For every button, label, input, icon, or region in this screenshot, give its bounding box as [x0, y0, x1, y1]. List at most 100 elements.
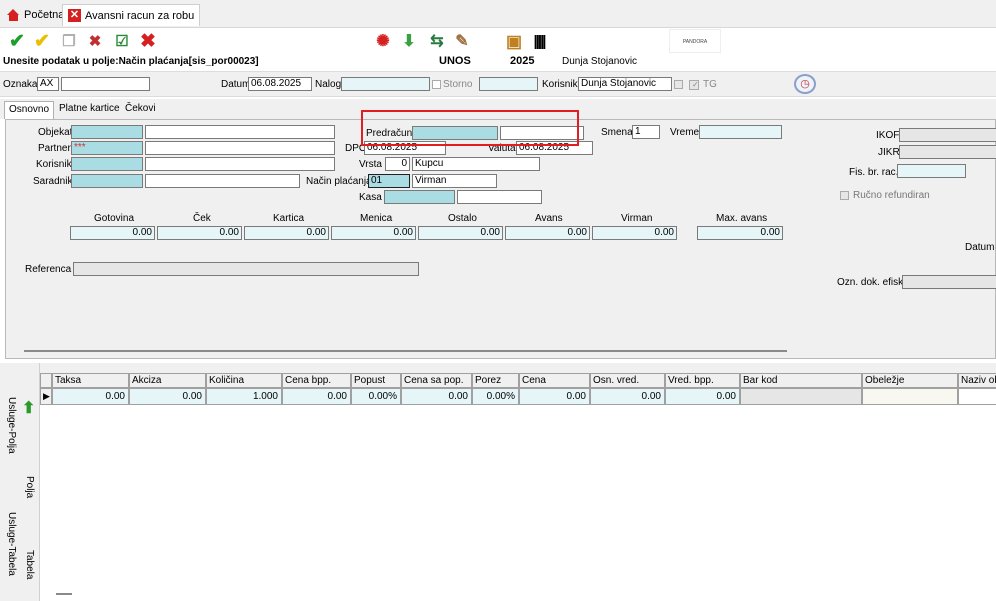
delete-document-icon[interactable]: ✖	[84, 31, 106, 53]
download-arrow-icon[interactable]: ⬇	[398, 31, 420, 53]
nacin-placanja-name-input[interactable]: Virman	[412, 174, 497, 188]
payment-ostalo-input[interactable]: 0.00	[418, 226, 503, 240]
barcode-icon[interactable]: |||||	[528, 31, 550, 53]
tab-osnovno[interactable]: Osnovno	[4, 101, 55, 119]
col-header[interactable]: Količina	[206, 373, 282, 388]
col-header[interactable]: Obeležje	[862, 373, 958, 388]
storno-input[interactable]	[479, 77, 538, 91]
transfer-icon[interactable]: ⇆	[426, 31, 448, 53]
side-tab-usluge-tabela[interactable]: Usluge-Tabela	[6, 512, 17, 576]
vreme-input[interactable]	[699, 125, 782, 139]
payment-label-avans: Avans	[535, 213, 563, 224]
table-cell[interactable]: 0.00	[401, 388, 472, 405]
smena-label: Smena	[601, 127, 633, 138]
table-cell[interactable]	[958, 388, 996, 405]
tg-checkbox[interactable]: ✓	[689, 80, 699, 90]
table-cell[interactable]: 0.00	[519, 388, 590, 405]
confirm-yellow-check-icon[interactable]: ✔	[31, 31, 53, 53]
header-bar: Oznaka AX Datum 06.08.2025 Nalog Storno …	[0, 71, 996, 97]
confirm-check-icon[interactable]: ✔	[6, 31, 28, 53]
col-header[interactable]: Akciza	[129, 373, 206, 388]
payment-avans-input[interactable]: 0.00	[505, 226, 590, 240]
cancel-x-icon[interactable]: ✖	[137, 31, 159, 53]
col-header[interactable]: Cena bpp.	[282, 373, 351, 388]
objekat-name-input[interactable]	[145, 125, 335, 139]
table-cell[interactable]: 0.00%	[351, 388, 401, 405]
tab-cekovi[interactable]: Čekovi	[121, 101, 160, 119]
oznaka-input[interactable]: AX	[37, 77, 59, 91]
vrsta-code-input[interactable]: 0	[385, 157, 410, 171]
table-cell[interactable]: 0.00	[665, 388, 740, 405]
payment-cek-input[interactable]: 0.00	[157, 226, 242, 240]
payment-max-avans-input[interactable]: 0.00	[697, 226, 783, 240]
objekat-code-input[interactable]	[71, 125, 143, 139]
table-cell[interactable]: 0.00%	[472, 388, 519, 405]
table-cell[interactable]: 0.00	[52, 388, 129, 405]
table-cell[interactable]	[740, 388, 862, 405]
highlight-box	[361, 110, 579, 146]
storno-checkbox[interactable]	[432, 80, 441, 89]
table-cell[interactable]: 1.000	[206, 388, 282, 405]
table-cell[interactable]: 0.00	[129, 388, 206, 405]
table-cell[interactable]: 0.00	[590, 388, 665, 405]
nalog-input[interactable]	[341, 77, 430, 91]
payment-kartica-input[interactable]: 0.00	[244, 226, 329, 240]
col-header[interactable]: Cena sa pop.	[401, 373, 472, 388]
payment-label-virman: Virman	[621, 213, 653, 224]
grid-scrollbar[interactable]	[56, 593, 72, 595]
table-cell[interactable]: 0.00	[282, 388, 351, 405]
lifebuoy-icon[interactable]: ✺	[372, 31, 394, 53]
tab-platne-kartice[interactable]: Platne kartice	[55, 101, 124, 119]
fis-br-rac-input[interactable]	[897, 164, 966, 178]
col-header[interactable]: Taksa	[52, 373, 129, 388]
referenca-input[interactable]	[73, 262, 419, 276]
partner-code-input[interactable]: ***	[71, 141, 143, 155]
table-cell[interactable]	[862, 388, 958, 405]
korisnik-code-input[interactable]	[71, 157, 143, 171]
tab-avansni-racun[interactable]: ✕ Avansni racun za robu	[62, 4, 201, 26]
package-icon[interactable]: ▣	[503, 31, 525, 53]
smena-input[interactable]: 1	[632, 125, 660, 139]
partner-name-input[interactable]	[145, 141, 335, 155]
tab-home[interactable]: Početna	[2, 4, 69, 26]
close-tab-icon[interactable]: ✕	[68, 9, 81, 22]
mode-label: UNOS	[439, 55, 471, 67]
horizontal-scrollbar[interactable]	[24, 350, 787, 352]
ikof-input[interactable]	[899, 128, 996, 142]
col-header[interactable]: Osn. vred.	[590, 373, 665, 388]
rucno-refundiran-checkbox[interactable]	[840, 191, 849, 200]
korisnik-name-input[interactable]	[145, 157, 335, 171]
saradnik-name-input[interactable]	[145, 174, 300, 188]
kasa-name-input[interactable]	[457, 190, 542, 204]
copy-document-icon[interactable]: ❐	[58, 31, 80, 53]
datum-input[interactable]: 06.08.2025	[248, 77, 312, 91]
jikr-input[interactable]	[899, 145, 996, 159]
col-header[interactable]: Bar kod	[740, 373, 862, 388]
payment-menica-input[interactable]: 0.00	[331, 226, 416, 240]
side-tab-tabela[interactable]: Tabela	[24, 550, 35, 579]
nacin-placanja-code-input[interactable]: 01	[368, 174, 410, 188]
up-arrow-icon[interactable]: ⬆	[22, 398, 35, 418]
saradnik-code-input[interactable]	[71, 174, 143, 188]
approve-document-icon[interactable]: ☑	[111, 31, 133, 53]
clock-icon[interactable]: ◷	[794, 74, 816, 94]
korisnik-checkbox[interactable]	[674, 80, 683, 89]
vrsta-name-input[interactable]: Kupcu	[412, 157, 540, 171]
col-header[interactable]: Porez	[472, 373, 519, 388]
payment-virman-input[interactable]: 0.00	[592, 226, 677, 240]
home-icon	[7, 9, 20, 21]
oznaka-desc-input[interactable]	[61, 77, 150, 91]
kasa-code-input[interactable]	[384, 190, 455, 204]
datum-label: Datum	[221, 79, 251, 90]
ozn-dok-efisk-input[interactable]	[902, 275, 996, 289]
col-header[interactable]: Naziv ob	[958, 373, 996, 388]
col-header[interactable]: Cena	[519, 373, 590, 388]
payment-gotovina-input[interactable]: 0.00	[70, 226, 155, 240]
col-header[interactable]: Popust	[351, 373, 401, 388]
row-indicator-icon[interactable]: ▶	[40, 388, 52, 405]
korisnik-header-input[interactable]: Dunja Stojanovic	[578, 77, 672, 91]
side-tab-polja[interactable]: Polja	[24, 476, 35, 498]
side-tab-usluge-polja[interactable]: Usluge-Polja	[6, 397, 17, 454]
col-header[interactable]: Vred. bpp.	[665, 373, 740, 388]
paperclip-icon[interactable]: ✎	[451, 31, 473, 53]
